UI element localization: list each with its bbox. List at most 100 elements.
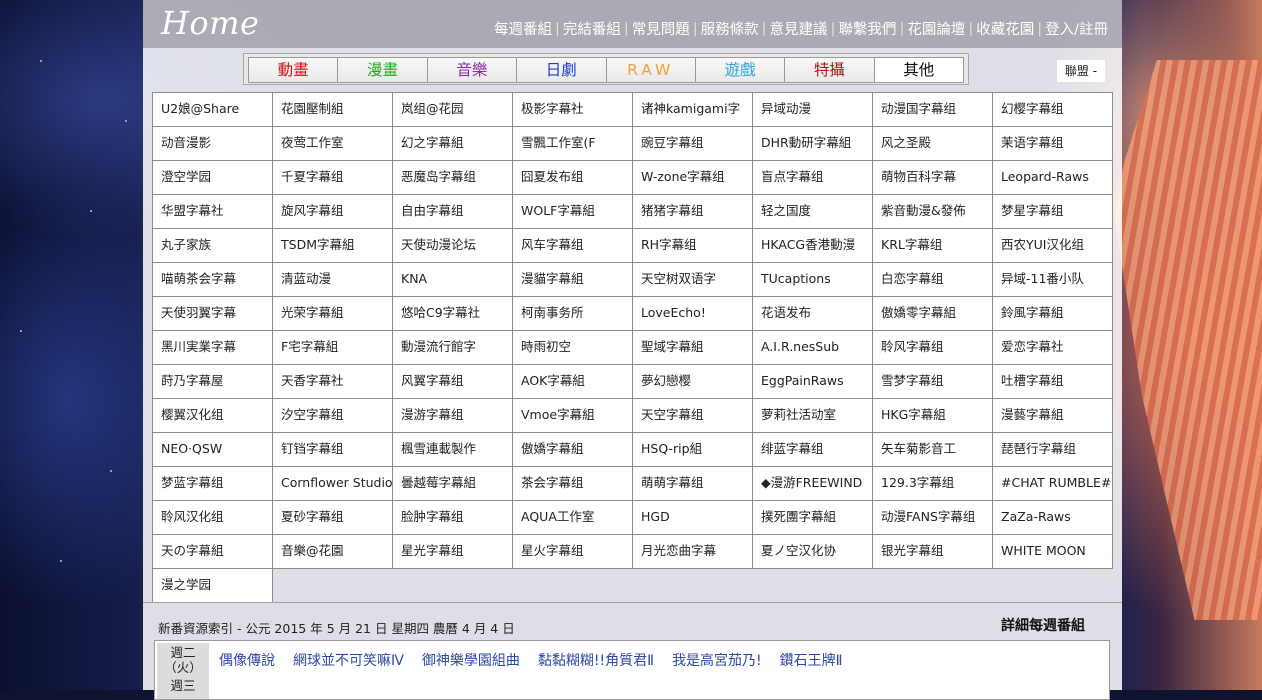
group-link[interactable]: 矢车菊影音工 <box>872 432 993 467</box>
group-link[interactable]: 星火字幕组 <box>512 534 633 569</box>
group-link[interactable]: Cornflower Studio <box>272 466 393 501</box>
group-link[interactable]: 旋风字幕组 <box>272 194 393 229</box>
group-link[interactable]: 华盟字幕社 <box>152 194 273 229</box>
group-link[interactable]: 动漫国字幕组 <box>872 92 993 127</box>
group-link[interactable]: 岚组@花园 <box>392 92 513 127</box>
group-link[interactable]: A.I.R.nesSub <box>752 330 873 365</box>
weekly-schedule-link[interactable]: 詳細每週番組 <box>1001 615 1085 635</box>
group-link[interactable]: 轻之国度 <box>752 194 873 229</box>
group-link[interactable]: 异域动漫 <box>752 92 873 127</box>
nav-link[interactable]: 聯繫我們 <box>838 18 896 39</box>
group-link[interactable]: F宅字幕組 <box>272 330 393 365</box>
group-link[interactable]: AQUA工作室 <box>512 500 633 535</box>
category-tab[interactable]: 動畫 <box>249 58 339 82</box>
group-link[interactable]: 聆风字幕组 <box>872 330 993 365</box>
group-link[interactable]: 鈴風字幕組 <box>992 296 1113 331</box>
group-link[interactable]: 紫音動漫&發佈 <box>872 194 993 229</box>
group-link[interactable]: 绯蓝字幕组 <box>752 432 873 467</box>
nav-link[interactable]: 花園論壇 <box>907 18 965 39</box>
group-link[interactable]: HSQ-rip組 <box>632 432 753 467</box>
group-link[interactable]: 千夏字幕组 <box>272 160 393 195</box>
category-tab[interactable]: 日劇 <box>517 58 607 82</box>
show-link[interactable]: 網球並不可笑嘛Ⅳ <box>293 650 404 670</box>
group-link[interactable]: 129.3字幕组 <box>872 466 993 501</box>
group-link[interactable]: 茉语字幕组 <box>992 126 1113 161</box>
group-link[interactable]: 风车字幕组 <box>512 228 633 263</box>
category-tab[interactable]: 其他 <box>874 58 963 82</box>
group-link[interactable]: 萝莉社活动室 <box>752 398 873 433</box>
group-link[interactable]: 幻之字幕組 <box>392 126 513 161</box>
group-link[interactable]: TUcaptions <box>752 262 873 297</box>
group-link[interactable]: 天空字幕组 <box>632 398 753 433</box>
group-link[interactable]: 清蓝动漫 <box>272 262 393 297</box>
category-tab[interactable]: 漫畫 <box>338 58 428 82</box>
group-link[interactable]: 楓雪連載製作 <box>392 432 513 467</box>
group-link[interactable]: 异域-11番小队 <box>992 262 1113 297</box>
group-link[interactable]: 诸神kamigami字 <box>632 92 753 127</box>
group-link[interactable]: 梦蓝字幕组 <box>152 466 273 501</box>
group-link[interactable]: 西农YUI汉化组 <box>992 228 1113 263</box>
group-link[interactable]: 钉铛字幕组 <box>272 432 393 467</box>
group-link[interactable]: 萌萌字幕组 <box>632 466 753 501</box>
group-link[interactable]: KNA <box>392 262 513 297</box>
group-link[interactable]: 時雨初空 <box>512 330 633 365</box>
group-link[interactable]: 梦星字幕组 <box>992 194 1113 229</box>
show-link[interactable]: 偶像傳說 <box>219 650 275 670</box>
group-link[interactable]: EggPainRaws <box>752 364 873 399</box>
group-link[interactable]: 漫貓字幕組 <box>512 262 633 297</box>
group-link[interactable]: 恶魔岛字幕组 <box>392 160 513 195</box>
group-link[interactable]: 夜莺工作室 <box>272 126 393 161</box>
group-link[interactable]: 黑川実業字幕 <box>152 330 273 365</box>
group-link[interactable]: 漫游字幕组 <box>392 398 513 433</box>
group-link[interactable]: 雪梦字幕组 <box>872 364 993 399</box>
group-link[interactable]: 夏ノ空汉化协 <box>752 534 873 569</box>
nav-link[interactable]: 意見建議 <box>770 18 828 39</box>
group-link[interactable]: 傲嬌字幕組 <box>512 432 633 467</box>
group-link[interactable]: 脸肿字幕组 <box>392 500 513 535</box>
group-link[interactable]: Leopard-Raws <box>992 160 1113 195</box>
show-link[interactable]: 我是高宮茄乃! <box>672 650 762 670</box>
group-link[interactable]: TSDM字幕組 <box>272 228 393 263</box>
category-tab[interactable]: RAW <box>606 58 696 82</box>
group-link[interactable]: U2娘@Share <box>152 92 273 127</box>
group-link[interactable]: Vmoe字幕組 <box>512 398 633 433</box>
group-link[interactable]: 星光字幕组 <box>392 534 513 569</box>
nav-link[interactable]: 收藏花園 <box>976 18 1034 39</box>
nav-link[interactable]: 常見問題 <box>632 18 690 39</box>
group-link[interactable]: 澄空学园 <box>152 160 273 195</box>
show-link[interactable]: 御神樂學園組曲 <box>422 650 520 670</box>
group-link[interactable]: ◆漫游FREEWIND <box>752 466 873 501</box>
group-link[interactable]: 自由字幕组 <box>392 194 513 229</box>
group-link[interactable]: 动漫FANS字幕组 <box>872 500 993 535</box>
nav-link[interactable]: 完結番組 <box>563 18 621 39</box>
group-link[interactable]: AOK字幕組 <box>512 364 633 399</box>
group-link[interactable]: 漫之学园 <box>152 568 273 603</box>
group-link[interactable]: 動漫流行館字 <box>392 330 513 365</box>
group-link[interactable]: 雪飄工作室(F <box>512 126 633 161</box>
group-link[interactable]: 曇越莓字幕組 <box>392 466 513 501</box>
group-link[interactable]: 天空树双语字 <box>632 262 753 297</box>
group-link[interactable]: 聖域字幕組 <box>632 330 753 365</box>
nav-link[interactable]: 每週番組 <box>494 18 552 39</box>
group-link[interactable]: 天の字幕組 <box>152 534 273 569</box>
group-link[interactable]: 茶会字幕组 <box>512 466 633 501</box>
group-link[interactable]: 莳乃字幕屋 <box>152 364 273 399</box>
group-link[interactable]: DHR動研字幕組 <box>752 126 873 161</box>
group-link[interactable]: 天使羽翼字幕 <box>152 296 273 331</box>
group-link[interactable]: WOLF字幕組 <box>512 194 633 229</box>
group-link[interactable]: 夏砂字幕组 <box>272 500 393 535</box>
group-link[interactable]: 傲嬌零字幕組 <box>872 296 993 331</box>
group-link[interactable]: 悠哈C9字幕社 <box>392 296 513 331</box>
group-link[interactable]: 花園壓制組 <box>272 92 393 127</box>
union-toggle-button[interactable]: 聯盟 - <box>1057 60 1105 82</box>
group-link[interactable]: 夢幻戀樱 <box>632 364 753 399</box>
group-link[interactable]: 樱翼汉化组 <box>152 398 273 433</box>
group-link[interactable]: 琵琶行字幕组 <box>992 432 1113 467</box>
group-link[interactable]: 风翼字幕组 <box>392 364 513 399</box>
group-link[interactable]: #CHAT RUMBLE# <box>992 466 1113 501</box>
group-link[interactable]: 风之圣殿 <box>872 126 993 161</box>
group-link[interactable]: 柯南事务所 <box>512 296 633 331</box>
group-link[interactable]: 白恋字幕组 <box>872 262 993 297</box>
group-link[interactable]: 银光字幕组 <box>872 534 993 569</box>
group-link[interactable]: 漫藝字幕組 <box>992 398 1113 433</box>
